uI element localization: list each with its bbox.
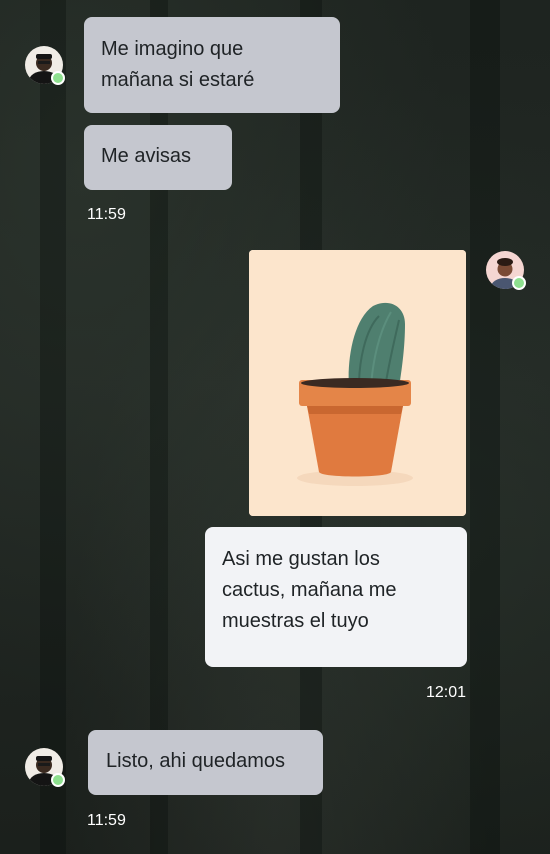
- message-bubble[interactable]: Asi me gustan los cactus, mañana me mues…: [205, 527, 467, 667]
- online-status-icon: [51, 71, 65, 85]
- message-timestamp: 11:59: [87, 812, 126, 829]
- message-text: muestras el tuyo: [222, 610, 369, 632]
- message-text: Me imagino que: [101, 38, 244, 60]
- message-timestamp: 12:01: [426, 684, 467, 701]
- cactus-photo: [249, 250, 466, 516]
- message-text: Asi me gustan los: [222, 548, 380, 570]
- image-attachment[interactable]: [249, 250, 466, 516]
- message-bubble[interactable]: Me avisas: [84, 125, 232, 190]
- message-text: cactus, mañana me: [222, 579, 397, 601]
- message-text: mañana si estaré: [101, 69, 255, 91]
- user-avatar[interactable]: [486, 251, 526, 290]
- contact-avatar[interactable]: [25, 46, 65, 85]
- message-bubble[interactable]: Me imagino que mañana si estaré: [84, 17, 340, 113]
- message-text: Listo, ahi quedamos: [106, 750, 286, 772]
- message-bubble[interactable]: Listo, ahi quedamos: [88, 730, 323, 795]
- message-text: Me avisas: [101, 145, 192, 167]
- message-timestamp: 11:59: [87, 206, 126, 223]
- online-status-icon: [51, 773, 65, 787]
- contact-avatar[interactable]: [25, 748, 65, 787]
- online-status-icon: [512, 276, 526, 290]
